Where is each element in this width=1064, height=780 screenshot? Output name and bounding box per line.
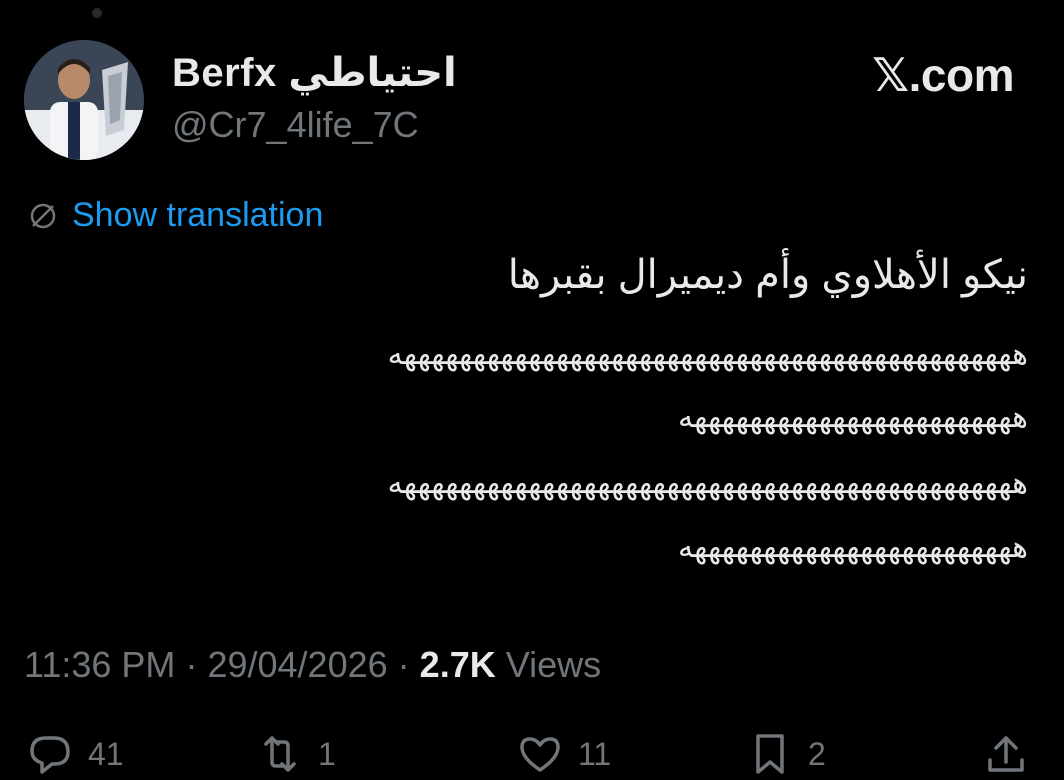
tweet-time[interactable]: 11:36 PM	[24, 644, 175, 685]
tweet-meta: 11:36 PM · 29/04/2026 · 2.7K Views	[24, 644, 601, 686]
show-translation-link[interactable]: Show translation	[28, 196, 323, 235]
like-count: 11	[578, 735, 612, 772]
bookmark-button[interactable]: 2	[746, 730, 826, 778]
share-icon	[982, 730, 1030, 778]
heart-icon	[516, 730, 564, 778]
like-button[interactable]: 11	[516, 730, 611, 778]
views-count: 2.7K	[419, 644, 496, 685]
reply-count: 41	[88, 735, 124, 772]
status-dot	[92, 8, 102, 18]
meta-separator: ·	[397, 644, 410, 685]
retweet-button[interactable]: 1	[256, 730, 336, 778]
retweet-icon	[256, 730, 304, 778]
user-handle[interactable]: @Cr7_4life_7C	[172, 104, 419, 146]
share-button[interactable]	[982, 730, 1030, 778]
tweet-date[interactable]: 29/04/2026	[207, 644, 387, 685]
action-bar: 41 1 11 2	[0, 720, 1064, 780]
tweet-laugh-line-2: ههههههههههههههههههههههههه	[678, 400, 1028, 435]
tweet-laugh-line-3: هههههههههههههههههههههههههههههههههههههههه…	[387, 466, 1028, 501]
retweet-count: 1	[318, 735, 336, 772]
bookmark-icon	[746, 730, 794, 778]
brand-watermark: 𝕏.com	[872, 49, 1014, 101]
display-name[interactable]: Berfx احتياطي	[172, 50, 457, 96]
tweet-text-line: نيكو الأهلاوي وأم ديميرال بقبرها	[507, 253, 1028, 297]
views-label: Views	[505, 644, 602, 685]
globe-slash-icon	[28, 201, 58, 231]
avatar[interactable]	[24, 40, 144, 160]
avatar-image	[24, 40, 144, 160]
reply-button[interactable]: 41	[26, 730, 124, 778]
tweet-laugh-line-1: هههههههههههههههههههههههههههههههههههههههه…	[387, 337, 1028, 372]
meta-separator: ·	[185, 644, 198, 685]
reply-icon	[26, 730, 74, 778]
bookmark-count: 2	[808, 735, 826, 772]
tweet-laugh-line-4: ههههههههههههههههههههههههه	[678, 530, 1028, 565]
show-translation-label: Show translation	[72, 196, 324, 234]
